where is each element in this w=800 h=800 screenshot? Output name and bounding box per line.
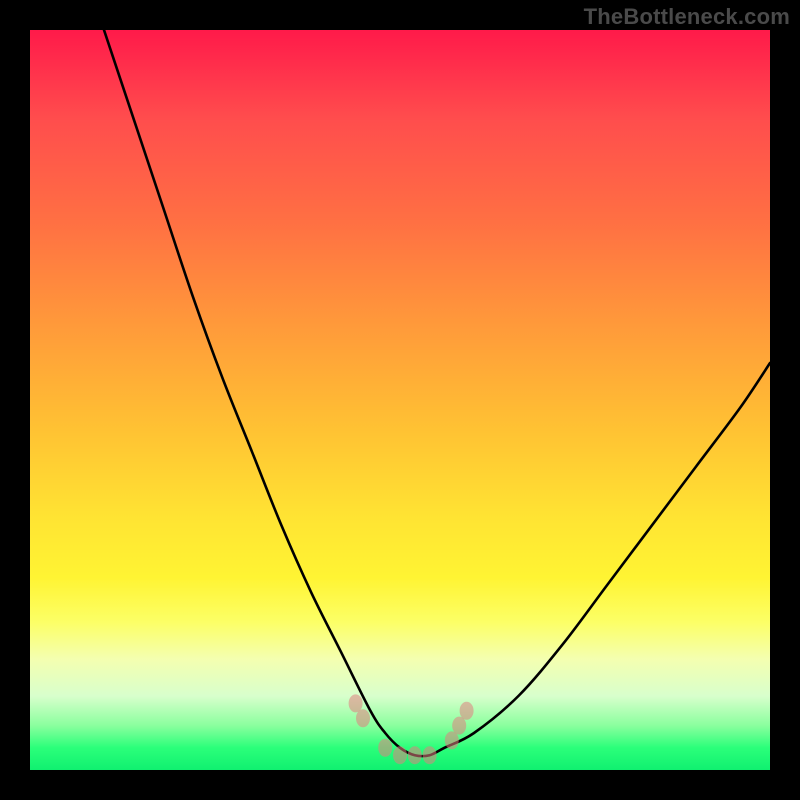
valley-dot <box>393 746 407 764</box>
valley-dot <box>349 694 363 712</box>
valley-dot <box>460 702 474 720</box>
watermark-text: TheBottleneck.com <box>584 4 790 30</box>
valley-dot <box>356 709 370 727</box>
valley-dot <box>452 717 466 735</box>
curve-svg <box>30 30 770 770</box>
chart-frame: TheBottleneck.com <box>0 0 800 800</box>
bottleneck-curve <box>104 30 770 756</box>
valley-dot <box>408 746 422 764</box>
valley-dot <box>445 731 459 749</box>
valley-dot <box>378 739 392 757</box>
valley-dot <box>423 746 437 764</box>
plot-area <box>30 30 770 770</box>
